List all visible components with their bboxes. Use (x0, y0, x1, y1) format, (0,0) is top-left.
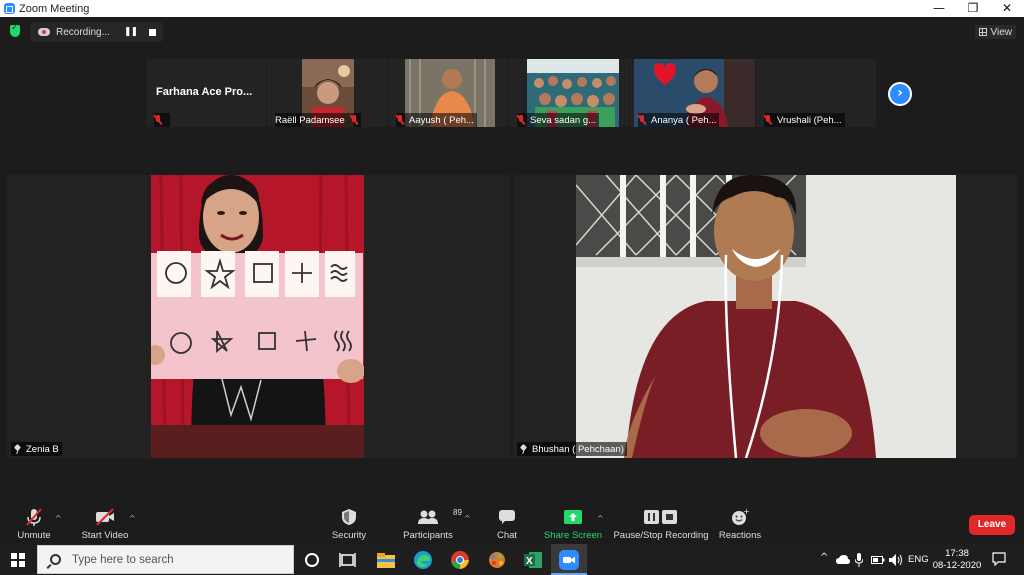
participant-name-tag: Raëll Padamsee (275, 113, 361, 127)
zoom-app-icon (4, 3, 15, 14)
reactions-button[interactable]: + Reactions (718, 504, 762, 544)
recording-label: Recording... (56, 26, 110, 38)
language-indicator[interactable]: ENG (908, 554, 929, 565)
file-explorer-icon[interactable] (376, 550, 396, 570)
participant-thumbnail[interactable]: Ananya ( Peh... (630, 59, 755, 127)
battery-icon[interactable] (871, 555, 885, 565)
clock-time: 17:38 (945, 548, 969, 559)
participant-name-tag: Seva sadan g... (517, 113, 600, 127)
security-button[interactable]: Security (329, 504, 369, 544)
security-shield-icon (341, 508, 357, 526)
maximize-button[interactable]: ❐ (956, 0, 990, 17)
pin-icon (14, 445, 21, 454)
windows-taskbar: Type here to search X ^ ENG 17:38 08-12-… (0, 544, 1024, 575)
participant-name-tag (154, 113, 170, 127)
title-bar: Zoom Meeting — ❐ ✕ (0, 0, 1024, 17)
unmute-button[interactable]: Unmute (13, 504, 55, 544)
muted-mic-icon (154, 115, 162, 125)
meeting-toolbar: Unmute ^ Start Video ^ Security 89 Parti… (0, 504, 1024, 544)
volume-icon[interactable] (889, 553, 903, 567)
participant-thumbnail[interactable]: Vrushali (Peh... (756, 59, 876, 127)
participant-video (576, 175, 956, 458)
participants-icon: 89 (417, 508, 462, 526)
taskbar-clock[interactable]: 17:38 08-12-2020 (928, 548, 986, 572)
search-icon (50, 554, 61, 565)
pause-recording-icon[interactable]: ❚❚ (124, 27, 138, 37)
task-view-icon[interactable] (338, 550, 358, 570)
participants-options-caret[interactable]: ^ (464, 514, 471, 523)
minimize-button[interactable]: — (922, 0, 956, 17)
participant-thumbnail[interactable]: Farhana Ace Pro... (146, 59, 266, 127)
meeting-area: Recording... ❚❚ View Farhana Ace Pro... … (0, 17, 1024, 504)
muted-microphone-icon (24, 508, 44, 526)
chat-button[interactable]: Chat (493, 504, 521, 544)
participant-label: Zenia B (11, 442, 62, 456)
participant-name-tag: Aayush ( Peh... (396, 113, 477, 127)
participant-name-tag: Vrushali (Peh... (764, 113, 845, 127)
audio-options-caret[interactable]: ^ (55, 514, 62, 523)
window-controls: — ❐ ✕ (922, 0, 1024, 17)
notifications-icon[interactable] (992, 552, 1006, 566)
next-page-button[interactable]: › (888, 82, 912, 106)
edge-browser-icon[interactable] (413, 550, 433, 570)
view-label: View (990, 26, 1013, 38)
paint-app-icon[interactable] (487, 550, 507, 570)
share-options-caret[interactable]: ^ (597, 514, 604, 523)
participants-count: 89 (453, 508, 462, 517)
onedrive-cloud-icon[interactable] (836, 555, 850, 565)
participant-thumbnail[interactable]: Seva sadan g... (509, 59, 629, 127)
muted-mic-icon (517, 115, 525, 125)
pin-icon (520, 445, 527, 454)
excel-icon[interactable]: X (523, 550, 543, 570)
participant-video (151, 175, 364, 458)
video-options-caret[interactable]: ^ (129, 514, 136, 523)
participant-name-display: Farhana Ace Pro... (156, 86, 253, 98)
smiley-icon: + (731, 508, 749, 526)
zoom-taskbar-icon (559, 550, 579, 570)
participant-thumbnail[interactable]: Raëll Padamsee (267, 59, 387, 127)
participants-button[interactable]: 89 Participants (402, 504, 462, 544)
svg-text:+: + (743, 508, 749, 516)
start-video-button[interactable]: Start Video (80, 504, 130, 544)
recording-controls-icon (643, 508, 679, 526)
zoom-taskbar-active[interactable] (551, 544, 587, 575)
cloud-recording-icon (38, 28, 50, 36)
muted-mic-icon (396, 115, 404, 125)
close-button[interactable]: ✕ (990, 0, 1024, 17)
chrome-browser-icon[interactable] (450, 550, 470, 570)
grid-view-icon (978, 28, 987, 36)
participant-label: Bhushan ( Pehchaan) (517, 442, 627, 456)
chat-bubble-icon (498, 508, 516, 526)
muted-mic-icon (638, 115, 646, 125)
microphone-tray-icon[interactable] (855, 553, 863, 567)
clock-date: 08-12-2020 (932, 560, 982, 571)
video-tile-bhushan[interactable]: Bhushan ( Pehchaan) (513, 175, 1017, 458)
video-tile-zenia[interactable]: Zenia B (7, 175, 511, 458)
video-off-icon (94, 508, 116, 526)
share-screen-button[interactable]: Share Screen (544, 504, 602, 544)
participant-name-tag: Ananya ( Peh... (638, 113, 720, 127)
cortana-icon[interactable] (302, 550, 322, 570)
window-title: Zoom Meeting (19, 2, 90, 15)
taskbar-search-box[interactable]: Type here to search (37, 545, 294, 574)
muted-mic-icon (350, 115, 358, 125)
encryption-shield-icon[interactable] (10, 23, 20, 37)
share-screen-icon (563, 508, 583, 526)
view-button[interactable]: View (974, 25, 1016, 39)
muted-mic-icon (764, 115, 772, 125)
svg-text:X: X (526, 556, 533, 567)
participant-thumbnail[interactable]: Aayush ( Peh... (388, 59, 508, 127)
windows-start-icon[interactable] (11, 553, 25, 567)
leave-button[interactable]: Leave (969, 515, 1015, 535)
recording-indicator: Recording... ❚❚ (30, 22, 163, 42)
search-placeholder: Type here to search (72, 553, 174, 566)
stop-recording-icon[interactable] (149, 28, 157, 36)
pause-stop-recording-button[interactable]: Pause/Stop Recording (613, 504, 709, 544)
tray-overflow-caret[interactable]: ^ (820, 552, 828, 563)
